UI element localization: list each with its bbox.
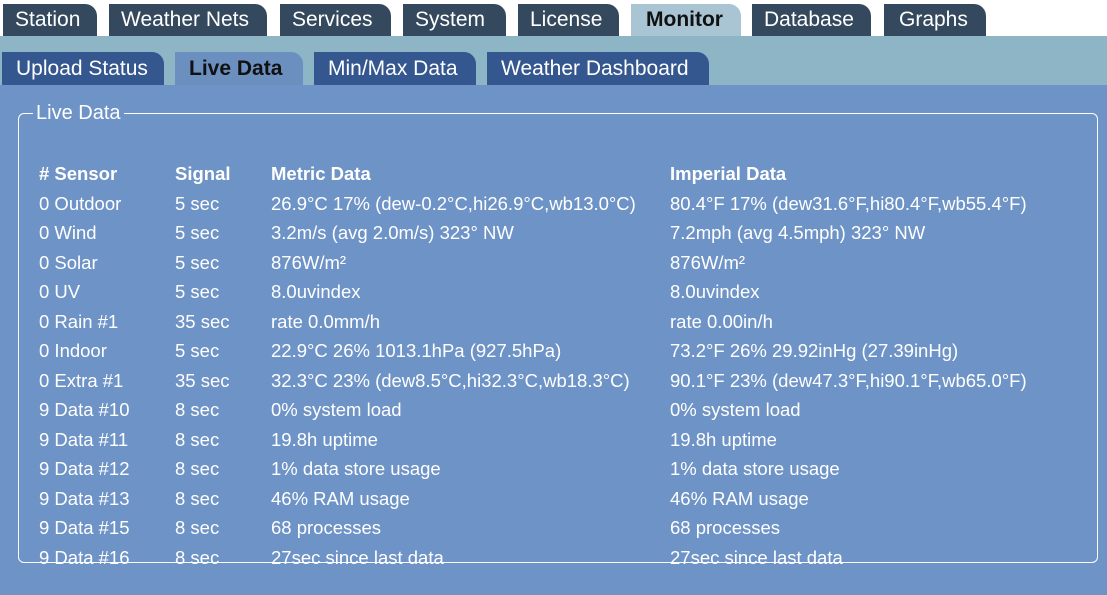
table-header-row: # Sensor Signal Metric Data Imperial Dat… [19,160,1089,188]
cell-sensor: 0 Extra #1 [39,369,124,391]
header-signal: Signal [175,163,231,184]
tab-upload-status[interactable]: Upload Status [2,52,164,85]
table-row: 0 Wind 5 sec 3.2m/s (avg 2.0m/s) 323° NW 7.… [19,219,1089,247]
tab-services[interactable]: Services [280,4,391,36]
cell-metric: 22.9°C 26% 1013.1hPa (927.5hPa) [271,340,562,361]
cell-imperial: 8.0uvindex [670,281,760,302]
cell-sensor: 9 Data #10 [39,399,130,420]
cell-imperial: 46% RAM usage [670,487,809,509]
cell-sensor: 0 UV [39,281,81,302]
cell-signal: 8 sec [175,399,220,420]
cell-sensor: 9 Data #15 [39,517,130,538]
sub-tab-bar: Upload Status Live Data Min/Max Data Wea… [0,36,1107,85]
cell-sensor: 0 Rain #1 [39,310,119,332]
cell-sensor: 0 Solar [39,251,98,273]
cell-imperial: 19.8h uptime [670,428,777,450]
cell-signal: 8 sec [175,428,220,450]
cell-metric: 19.8h uptime [271,428,378,450]
tab-license[interactable]: License [518,4,619,36]
cell-sensor: 9 Data #12 [39,458,130,479]
table-row: 9 Data #16 8 sec 27sec since last data 27se… [19,544,1089,572]
cell-imperial: 876W/m² [670,251,746,273]
table-row: 0 Extra #1 35 sec 32.3°C 23% (dew8.5°C,hi3… [19,367,1089,395]
cell-signal: 8 sec [175,517,220,538]
tab-weather-dashboard[interactable]: Weather Dashboard [487,52,709,85]
cell-signal: 5 sec [175,340,220,361]
tab-min-max-data[interactable]: Min/Max Data [314,52,476,85]
tab-database[interactable]: Database [752,4,871,36]
cell-sensor: 9 Data #11 [39,428,129,450]
cell-signal: 8 sec [175,487,220,509]
table-row: 0 UV 5 sec 8.0uvindex 8.0uvindex [19,278,1089,306]
main-tab-bar: Station Weather Nets Services System Lic… [0,0,1107,36]
cell-signal: 5 sec [175,281,220,302]
tab-station[interactable]: Station [3,4,97,36]
cell-imperial: 80.4°F 17% (dew31.6°F,hi80.4°F,wb55.4°F) [670,192,1027,214]
tab-system[interactable]: System [403,4,506,36]
cell-sensor: 0 Wind [39,222,97,243]
cell-sensor: 0 Indoor [39,340,107,361]
cell-imperial: 90.1°F 23% (dew47.3°F,hi90.1°F,wb65.0°F) [670,369,1027,391]
cell-sensor: 9 Data #16 [39,546,130,568]
cell-signal: 5 sec [175,222,220,243]
table-row: 0 Solar 5 sec 876W/m² 876W/m² [19,249,1089,277]
cell-imperial: 0% system load [670,399,801,420]
cell-sensor: 9 Data #13 [39,487,130,509]
cell-imperial: 73.2°F 26% 29.92inHg (27.39inHg) [670,340,959,361]
tab-weather-nets[interactable]: Weather Nets [109,4,267,36]
cell-imperial: 27sec since last data [670,546,843,568]
cell-metric: 32.3°C 23% (dew8.5°C,hi32.3°C,wb18.3°C) [271,369,630,391]
cell-sensor: 0 Outdoor [39,192,122,214]
table-row: 0 Rain #1 35 sec rate 0.0mm/h rate 0.00in/h [19,308,1089,336]
cell-metric: 1% data store usage [271,458,441,479]
cell-metric: 26.9°C 17% (dew-0.2°C,hi26.9°C,wb13.0°C) [271,192,636,214]
cell-signal: 8 sec [175,458,220,479]
cell-signal: 35 sec [175,369,230,391]
cell-signal: 5 sec [175,251,220,273]
cell-imperial: 1% data store usage [670,458,840,479]
cell-signal: 5 sec [175,192,220,214]
table-row: 9 Data #15 8 sec 68 processes 68 processes [19,514,1089,542]
cell-imperial: 7.2mph (avg 4.5mph) 323° NW [670,222,926,243]
cell-imperial: rate 0.00in/h [670,310,773,332]
cell-signal: 8 sec [175,546,220,568]
live-data-panel: Live Data # Sensor Signal Metric Data Im… [18,102,1098,568]
tab-monitor[interactable]: Monitor [631,4,741,36]
cell-metric: 27sec since last data [271,546,444,568]
cell-metric: 8.0uvindex [271,281,361,302]
cell-metric: 0% system load [271,399,402,420]
header-imperial: Imperial Data [670,163,787,184]
cell-metric: rate 0.0mm/h [271,310,380,332]
header-metric: Metric Data [271,163,371,184]
cell-imperial: 68 processes [670,517,781,538]
table-row: 9 Data #11 8 sec 19.8h uptime 19.8h uptime [19,426,1089,454]
table-row: 0 Outdoor 5 sec 26.9°C 17% (dew-0.2°C,hi26… [19,190,1089,218]
tab-live-data[interactable]: Live Data [175,52,303,85]
table-row: 9 Data #10 8 sec 0% system load 0% system l… [19,396,1089,424]
table-row: 9 Data #13 8 sec 46% RAM usage 46% RAM usag… [19,485,1089,513]
cell-metric: 68 processes [271,517,382,538]
cell-metric: 3.2m/s (avg 2.0m/s) 323° NW [271,222,514,243]
cell-metric: 46% RAM usage [271,487,410,509]
panel-legend: Live Data [36,102,121,124]
table-row: 0 Indoor 5 sec 22.9°C 26% 1013.1hPa (927.5… [19,337,1089,365]
table-row: 9 Data #12 8 sec 1% data store usage 1% dat… [19,455,1089,483]
header-sensor: # Sensor [39,163,118,184]
tab-graphs[interactable]: Graphs [884,4,986,36]
cell-signal: 35 sec [175,310,230,332]
cell-metric: 876W/m² [271,251,347,273]
